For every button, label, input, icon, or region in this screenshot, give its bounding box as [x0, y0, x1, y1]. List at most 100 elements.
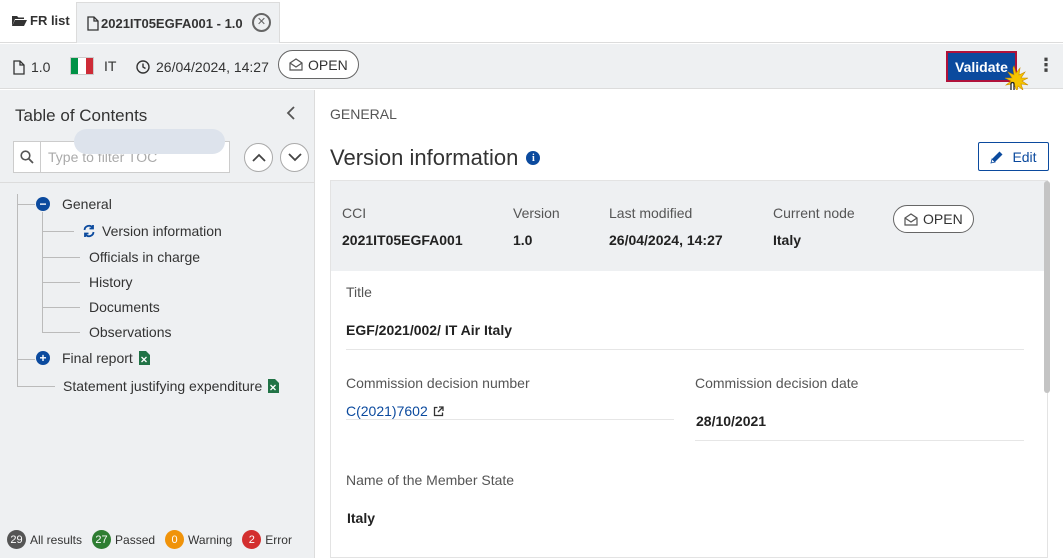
- tree-line: [42, 257, 80, 258]
- excel-file-icon: [138, 351, 150, 365]
- decision-number-label: Commission decision number: [346, 375, 530, 391]
- summary-label: Warning: [188, 532, 233, 547]
- divider: [0, 182, 314, 183]
- toc-node-label: Officials in charge: [89, 249, 201, 265]
- version-indicator: 1.0: [13, 59, 50, 75]
- tree-line: [17, 386, 55, 387]
- member-state-value: Italy: [347, 510, 376, 526]
- last-modified-label: Last modified: [609, 205, 693, 221]
- tree-line: [42, 231, 74, 232]
- filter-error[interactable]: 2 Error: [242, 530, 292, 549]
- tab-fr-list-label: FR list: [30, 13, 70, 28]
- toc-node-general[interactable]: − General: [36, 196, 112, 212]
- pencil-icon: [990, 151, 1003, 164]
- toc-node-officials-in-charge[interactable]: Officials in charge: [89, 249, 200, 265]
- toc-node-version-information[interactable]: Version information: [82, 223, 222, 239]
- toc-node-label: Version information: [102, 223, 222, 239]
- toc-node-label: Documents: [89, 299, 160, 315]
- collapse-toc-icon[interactable]: [286, 104, 296, 127]
- datetime-indicator: 26/04/2024, 14:27: [136, 59, 269, 75]
- expand-node-icon[interactable]: +: [36, 351, 50, 365]
- chevron-up-icon: [251, 153, 266, 162]
- search-icon: [14, 142, 41, 172]
- divider: [695, 440, 1024, 441]
- cci-value: 2021IT05EGFA001: [342, 232, 463, 248]
- previous-node-button[interactable]: [244, 143, 273, 172]
- main-content: GENERAL Version information i Edit CCI 2…: [316, 90, 1063, 558]
- toc-node-label: Final report: [62, 350, 133, 366]
- toc-node-label: General: [62, 196, 112, 212]
- decision-number-link[interactable]: C(2021)7602: [346, 403, 444, 419]
- cci-label: CCI: [342, 205, 367, 221]
- version-value: 1.0: [513, 232, 533, 248]
- toc-node-statement[interactable]: Statement justifying expenditure: [63, 378, 280, 394]
- last-modified-value: 26/04/2024, 14:27: [609, 232, 723, 248]
- page-title: Version information i: [330, 145, 541, 171]
- chevron-down-icon: [287, 153, 302, 162]
- excel-file-icon: [268, 379, 280, 393]
- version-label: Version: [513, 205, 560, 221]
- toc-node-final-report[interactable]: + Final report: [36, 350, 150, 366]
- page-title-text: Version information: [330, 145, 519, 170]
- current-node-value: Italy: [773, 232, 802, 248]
- tab-fr-list[interactable]: FR list: [12, 13, 70, 28]
- clock-icon: [136, 60, 150, 74]
- envelope-open-icon: [289, 58, 303, 71]
- italy-flag-icon: [70, 57, 94, 75]
- tab-document-label: 2021IT05EGFA001 - 1.0: [101, 15, 243, 31]
- scrollbar-thumb[interactable]: [1044, 181, 1050, 393]
- document-icon: [87, 15, 99, 31]
- summary-label: Passed: [115, 532, 156, 547]
- datetime-text: 26/04/2024, 14:27: [156, 59, 269, 75]
- version-info-card: CCI 2021IT05EGFA001 Version 1.0 Last mod…: [330, 180, 1048, 558]
- filter-warning[interactable]: 0 Warning: [165, 530, 232, 549]
- toc-node-history[interactable]: History: [89, 274, 133, 290]
- count-badge: 2: [242, 530, 262, 549]
- toc-node-documents[interactable]: Documents: [89, 299, 160, 315]
- tree-line: [42, 332, 80, 333]
- filter-passed[interactable]: 27 Passed: [92, 530, 155, 549]
- count-badge: 27: [92, 530, 112, 549]
- filter-all-results[interactable]: 29 All results: [7, 530, 82, 549]
- refresh-icon: [83, 224, 95, 238]
- decision-date-value: 28/10/2021: [696, 413, 767, 429]
- collapse-node-icon[interactable]: −: [36, 197, 50, 211]
- count-badge: 0: [165, 530, 185, 549]
- external-link-icon: [433, 405, 444, 416]
- toc-node-label: Statement justifying expenditure: [63, 378, 263, 394]
- tree-line: [17, 204, 35, 205]
- tab-document[interactable]: 2021IT05EGFA001 - 1.0 ✕: [76, 2, 280, 43]
- country-indicator: IT: [70, 57, 116, 75]
- breadcrumb: GENERAL: [330, 106, 397, 122]
- divider: [346, 349, 1024, 350]
- status-badge: OPEN: [893, 205, 974, 233]
- validation-summary: 29 All results 27 Passed 0 Warning 2 Err…: [7, 530, 302, 549]
- envelope-open-icon: [904, 212, 918, 226]
- folder-open-icon: [12, 15, 27, 26]
- version-text: 1.0: [31, 59, 51, 75]
- summary-label: Error: [265, 532, 292, 547]
- tab-bar: FR list 2021IT05EGFA001 - 1.0 ✕: [0, 0, 1063, 43]
- toc-node-label: History: [89, 274, 133, 290]
- status-text: OPEN: [308, 56, 348, 73]
- title-value: EGF/2021/002/ IT Air Italy: [346, 322, 513, 338]
- tree-line: [42, 307, 80, 308]
- next-node-button[interactable]: [280, 143, 309, 172]
- summary-label: All results: [30, 532, 83, 547]
- country-code: IT: [104, 58, 117, 74]
- version-header: CCI 2021IT05EGFA001 Version 1.0 Last mod…: [331, 181, 1047, 271]
- toc-title: Table of Contents: [15, 106, 148, 125]
- divider: [346, 419, 674, 420]
- toc-node-selected-highlight: [74, 129, 225, 154]
- edit-button-label: Edit: [1012, 148, 1037, 165]
- decision-date-label: Commission decision date: [695, 375, 859, 391]
- decision-number-value: C(2021)7602: [346, 403, 428, 419]
- status-badge: OPEN: [278, 50, 359, 79]
- toc-node-label: Observations: [89, 324, 172, 340]
- close-tab-icon[interactable]: ✕: [252, 13, 271, 32]
- more-options-icon[interactable]: ⋮: [1037, 56, 1055, 74]
- tree-line: [17, 359, 35, 360]
- edit-button[interactable]: Edit: [978, 142, 1049, 171]
- toc-node-observations[interactable]: Observations: [89, 324, 171, 340]
- info-icon[interactable]: i: [526, 151, 541, 165]
